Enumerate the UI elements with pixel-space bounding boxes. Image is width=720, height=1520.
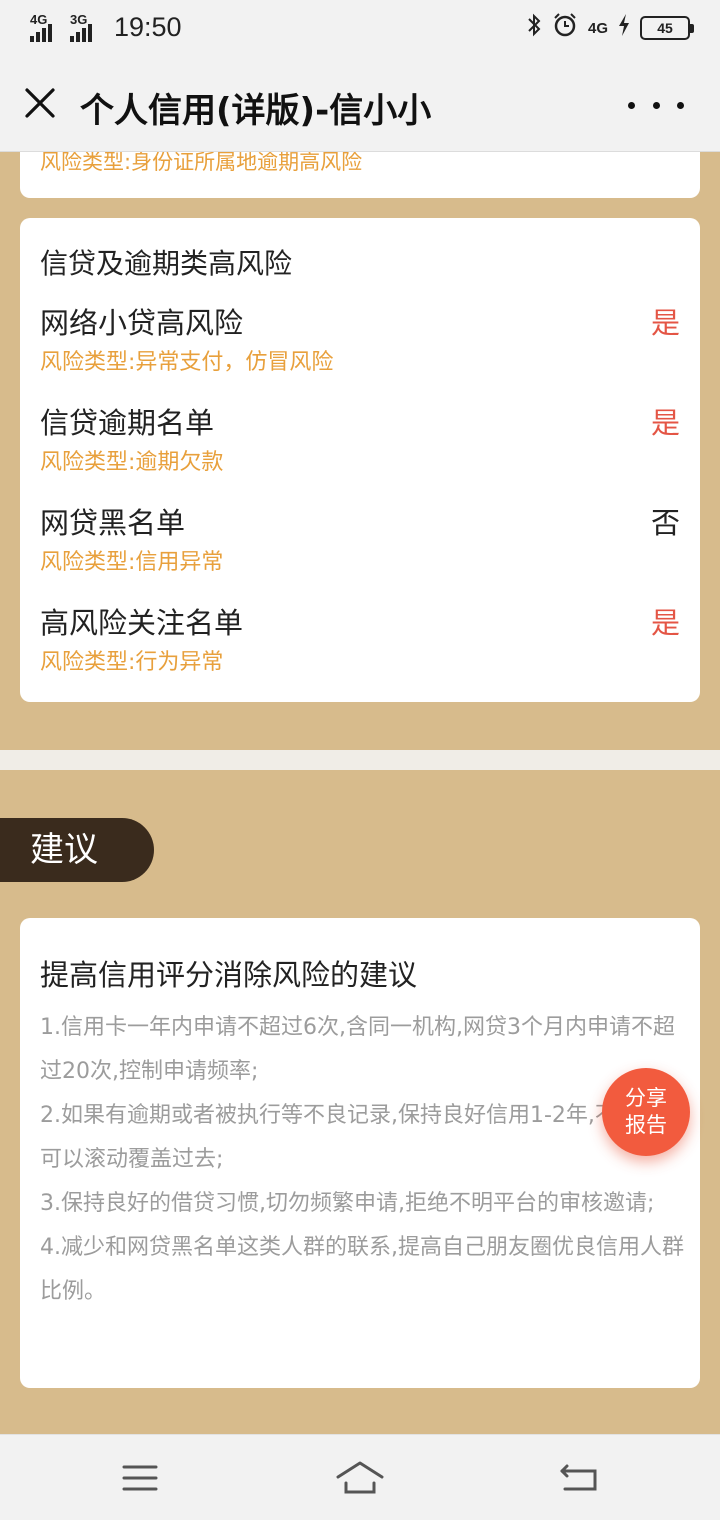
risk-item: 高风险关注名单 是 风险类型:行为异常	[20, 600, 700, 700]
advice-badge: 建议	[0, 818, 154, 882]
status-time: 19:50	[114, 12, 182, 42]
risk-item-name: 网贷黑名单	[40, 506, 186, 540]
risk-item-name: 高风险关注名单	[40, 606, 244, 640]
risk-item: 网贷黑名单 否 风险类型:信用异常	[20, 500, 700, 600]
system-nav-bar	[0, 1434, 720, 1520]
risk-item-value: 否	[650, 506, 680, 540]
content-area[interactable]: 风险类型:身份证所属地逾期高风险 信贷及逾期类高风险 网络小贷高风险 是 风险类…	[0, 152, 720, 1434]
advice-line: 1.信用卡一年内申请不超过6次,含同一机构,网贷3个月内申请不超过20次,控制申…	[40, 1015, 675, 1084]
share-button-line2: 报告	[625, 1113, 667, 1137]
risk-card: 信贷及逾期类高风险 网络小贷高风险 是 风险类型:异常支付，仿冒风险 信贷逾期名…	[20, 218, 700, 702]
risk-item-value: 是	[650, 306, 680, 340]
risk-item: 信贷逾期名单 是 风险类型:逾期欠款	[20, 400, 700, 500]
close-icon[interactable]	[22, 85, 58, 121]
risk-item-value: 是	[650, 406, 680, 440]
advice-line: 3.保持良好的借贷习惯,切勿频繁申请,拒绝不明平台的审核邀请;	[40, 1191, 655, 1216]
advice-body: 1.信用卡一年内申请不超过6次,含同一机构,网贷3个月内申请不超过20次,控制申…	[40, 1006, 684, 1314]
share-report-button[interactable]: 分享 报告	[602, 1068, 690, 1156]
top-card: 风险类型:身份证所属地逾期高风险	[20, 152, 700, 198]
advice-line: 2.如果有逾期或者被执行等不良记录,保持良好信用1-2年,不良记录可以滚动覆盖过…	[40, 1103, 683, 1172]
risk-item-type: 风险类型:行为异常	[40, 650, 224, 675]
more-icon[interactable]	[628, 90, 684, 120]
battery-icon: 45	[640, 16, 694, 40]
alarm-icon	[552, 12, 578, 44]
risk-type: 风险类型:身份证所属地逾期高风险	[40, 152, 363, 174]
bluetooth-icon	[526, 12, 542, 44]
risk-item-value: 是	[650, 606, 680, 640]
risk-card-title: 信贷及逾期类高风险	[40, 247, 293, 280]
advice-card: 提高信用评分消除风险的建议 1.信用卡一年内申请不超过6次,含同一机构,网贷3个…	[20, 918, 700, 1388]
risk-item-type: 风险类型:异常支付，仿冒风险	[40, 350, 334, 375]
risk-item-type: 风险类型:逾期欠款	[40, 450, 224, 475]
battery-level: 45	[657, 20, 673, 36]
section-divider	[0, 750, 720, 770]
advice-title: 提高信用评分消除风险的建议	[40, 958, 418, 992]
risk-item: 网络小贷高风险 是 风险类型:异常支付，仿冒风险	[20, 300, 700, 400]
charging-icon	[618, 14, 630, 42]
page-title: 个人信用(详版)-信小小	[80, 91, 432, 131]
share-button-line1: 分享	[625, 1086, 667, 1110]
risk-item-type: 风险类型:信用异常	[40, 550, 224, 575]
back-icon[interactable]	[555, 1455, 605, 1501]
nav-bar: 个人信用(详版)-信小小	[0, 58, 720, 152]
risk-item-name: 网络小贷高风险	[40, 306, 244, 340]
signal-4g-icon: 4G	[30, 12, 60, 42]
menu-icon[interactable]	[115, 1455, 165, 1501]
status-bar: 4G 3G 19:50 4G 45	[0, 0, 720, 58]
signal-3g-icon: 3G	[70, 12, 100, 42]
home-icon[interactable]	[335, 1455, 385, 1501]
advice-line: 4.减少和网贷黑名单这类人群的联系,提高自己朋友圈优良信用人群比例。	[40, 1235, 684, 1304]
network-4g-icon: 4G	[587, 19, 608, 37]
risk-item-name: 信贷逾期名单	[40, 406, 215, 440]
